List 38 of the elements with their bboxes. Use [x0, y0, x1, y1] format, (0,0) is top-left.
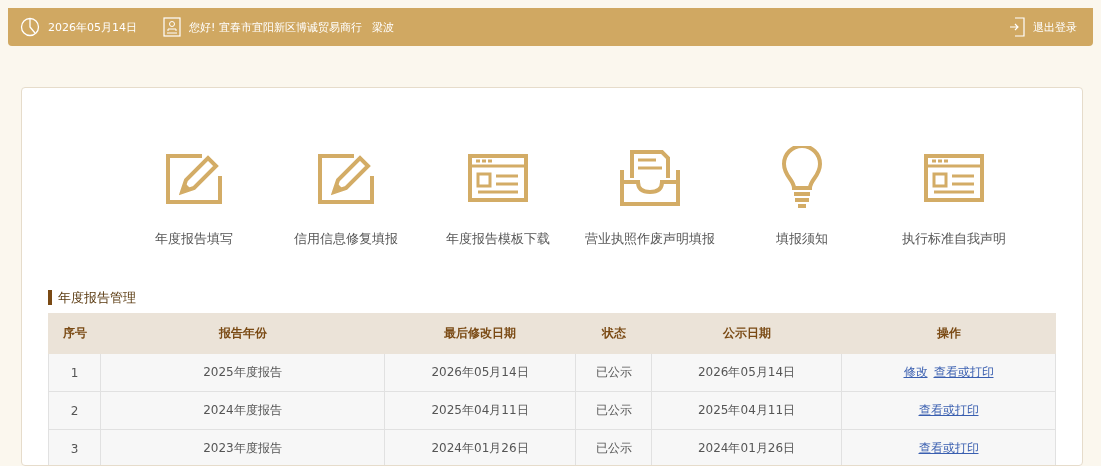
table-cell: 已公示	[575, 391, 652, 430]
logout-icon[interactable]	[1009, 17, 1025, 37]
column-header: 最后修改日期	[384, 313, 576, 354]
shortcut-label[interactable]: 填报须知	[776, 230, 828, 248]
action-link[interactable]: 修改	[903, 365, 928, 379]
table-cell: 3	[48, 429, 101, 465]
greeting-text: 您好! 宜春市宜阳新区博诚贸易商行	[189, 19, 362, 35]
table-cell: 1	[48, 353, 101, 392]
action-link[interactable]: 查看或打印	[933, 365, 994, 379]
table-cell: 2024年01月26日	[384, 429, 576, 465]
table-cell: 2025年04月11日	[384, 391, 576, 430]
column-header: 操作	[841, 313, 1056, 354]
shortcut-label[interactable]: 信用信息修复填报	[294, 230, 398, 248]
shortcut-label[interactable]: 年度报告填写	[155, 230, 233, 248]
table-cell: 已公示	[575, 429, 652, 465]
table-cell: 2026年05月14日	[651, 353, 842, 392]
id-card-icon	[163, 17, 181, 37]
shortcut-label[interactable]: 年度报告模板下载	[446, 230, 550, 248]
column-header: 公示日期	[651, 313, 842, 354]
column-header: 序号	[48, 313, 101, 354]
column-header: 状态	[575, 313, 652, 354]
table-cell: 2023年度报告	[100, 429, 385, 465]
section-title: 年度报告管理	[48, 290, 136, 305]
action-link[interactable]: 查看或打印	[918, 441, 979, 455]
action-link[interactable]: 查看或打印	[918, 403, 979, 417]
table-cell: 2024年度报告	[100, 391, 385, 430]
column-header: 报告年份	[100, 313, 385, 354]
clock-icon	[20, 17, 40, 37]
table-cell: 2026年05月14日	[384, 353, 576, 392]
table-cell: 2024年01月26日	[651, 429, 842, 465]
table-cell: 已公示	[575, 353, 652, 392]
shortcut-label[interactable]: 营业执照作废声明填报	[585, 230, 715, 248]
user-name: 梁波	[371, 19, 394, 35]
table-cell: 2025年度报告	[100, 353, 385, 392]
table-cell: 2025年04月11日	[651, 391, 842, 430]
table-cell: 2	[48, 391, 101, 430]
shortcut-label[interactable]: 执行标准自我声明	[902, 230, 1006, 248]
date-text: 2026年05月14日	[48, 19, 137, 35]
